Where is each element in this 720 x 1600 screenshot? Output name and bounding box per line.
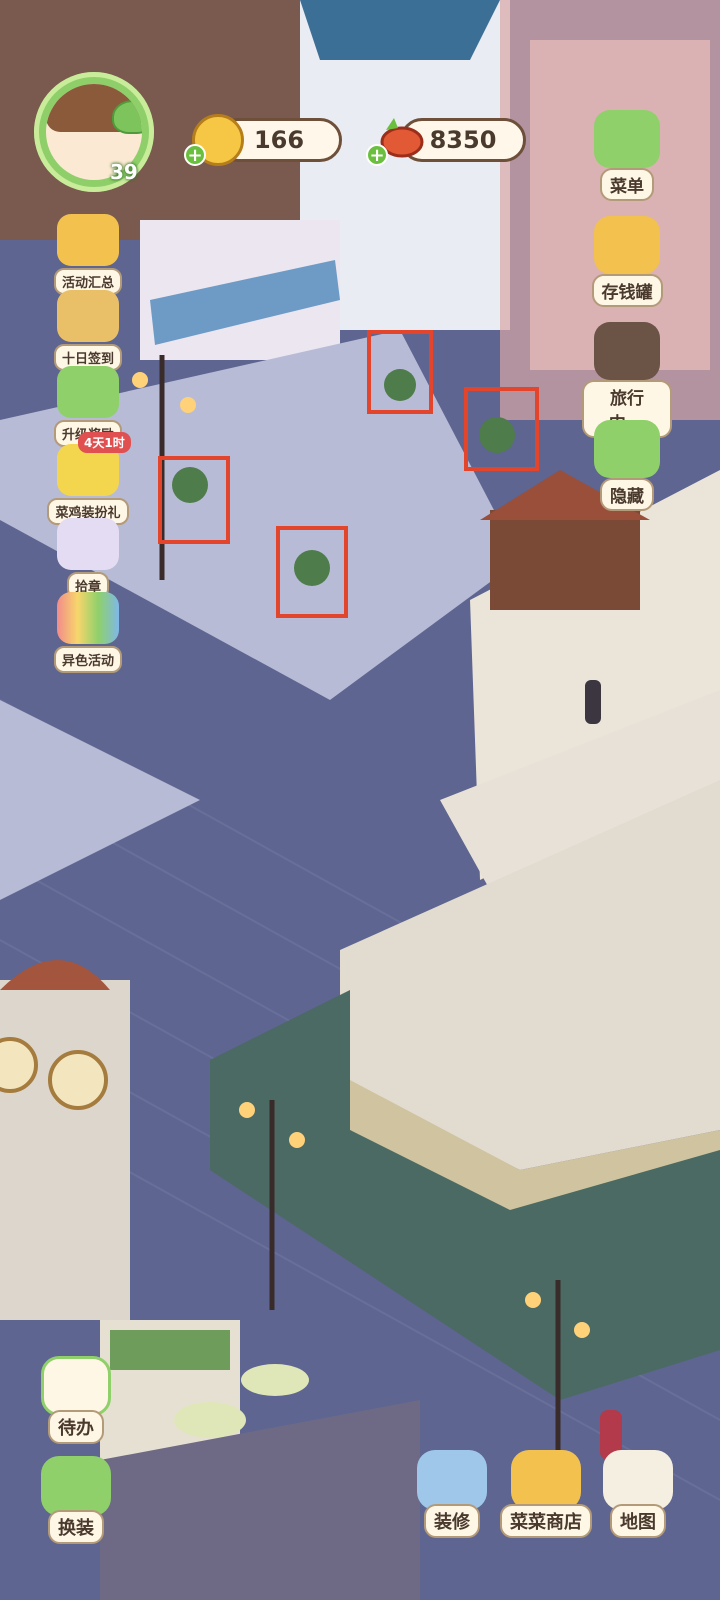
highlight-box[interactable] [464,387,539,471]
piggy-bank-label: 存钱罐 [591,274,663,307]
map-label: 地图 [610,1504,666,1538]
player-level: 39 [110,160,138,184]
wardrobe-icon [41,1456,111,1516]
wardrobe-button[interactable]: 换装 [36,1456,116,1544]
levelup-reward-icon [57,366,119,418]
rainbow-event-button[interactable]: 异色活动 [44,592,132,673]
wardrobe-label: 换装 [48,1510,104,1544]
decorate-button[interactable]: 装修 [410,1450,494,1538]
todo-button[interactable]: 待办 [36,1356,116,1444]
rainbow-event-icon [57,592,119,644]
rainbow-event-label: 异色活动 [53,646,122,673]
shop-button[interactable]: 菜菜商店 [496,1450,596,1538]
decorate-label: 装修 [424,1504,480,1538]
coin-counter[interactable]: 166 + [184,112,344,168]
carrot-counter[interactable]: 8350 + [366,112,526,168]
checkin-button[interactable]: 十日签到 [44,290,132,371]
decorate-icon [417,1450,487,1510]
todo-label: 待办 [48,1410,104,1444]
add-carrots-button[interactable]: + [366,144,388,166]
clover-leaf-icon [112,100,142,134]
shop-label: 菜菜商店 [500,1504,592,1538]
camera-icon [594,322,660,380]
collect-badge-button[interactable]: 拾章 [44,518,132,599]
highlight-box[interactable] [367,330,433,414]
chick-outfit-button[interactable]: 4天1时 菜鸡装扮礼 [44,432,132,525]
map-icon [603,1450,673,1510]
shop-icon [511,1450,581,1510]
menu-icon [594,110,660,168]
piggy-bank-icon [594,216,660,274]
todo-list-icon [41,1356,111,1416]
menu-button[interactable]: 菜单 [582,110,672,201]
countdown-badge: 4天1时 [78,432,131,453]
event-summary-button[interactable]: 活动汇总 [44,214,132,295]
add-coins-button[interactable]: + [184,144,206,166]
checkin-icon [57,290,119,342]
highlight-box[interactable] [276,526,348,618]
hide-ui-label: 隐藏 [600,478,654,511]
event-summary-icon [57,214,119,266]
piggy-bank-button[interactable]: 存钱罐 [582,216,672,307]
hide-ui-icon [594,420,660,478]
highlight-box[interactable] [158,456,230,544]
map-button[interactable]: 地图 [598,1450,678,1538]
collect-badge-icon [57,518,119,570]
menu-label: 菜单 [600,168,654,201]
hide-ui-button[interactable]: 隐藏 [582,420,672,511]
